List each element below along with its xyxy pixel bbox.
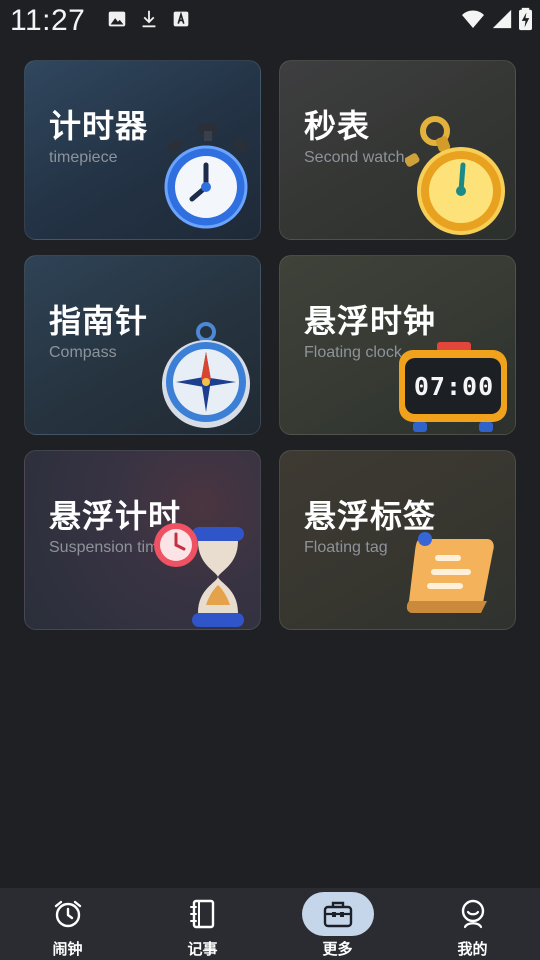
feature-grid: 计时器 timepiece 秒表 Second watch 指南针 Compas…	[24, 60, 516, 630]
image-icon	[108, 11, 126, 27]
card-compass[interactable]: 指南针 Compass	[24, 255, 261, 435]
nav-item-profile[interactable]: 我的	[405, 888, 540, 960]
alarm-clock-icon	[54, 900, 81, 928]
pocket-watch-gold-icon	[405, 116, 505, 235]
nav-label: 记事	[187, 940, 218, 958]
nav-item-alarm[interactable]: 闹钟	[0, 888, 135, 960]
card-title: 指南针	[49, 302, 149, 340]
nav-label: 我的	[457, 940, 488, 958]
card-suspension-timing[interactable]: 悬浮计时 Suspension timing	[24, 450, 261, 630]
card-subtitle: timepiece	[49, 149, 118, 166]
download-icon	[142, 10, 156, 28]
compass-icon	[162, 322, 250, 428]
stopwatch-blue-icon	[164, 123, 249, 229]
nav-item-more[interactable]: 更多	[270, 888, 405, 960]
bottom-navigation: 闹钟 记事 更多 我的	[0, 888, 540, 960]
card-subtitle: Floating tag	[304, 539, 388, 556]
wifi-icon	[462, 10, 484, 28]
status-time: 11:27	[10, 4, 86, 37]
card-floating-tag[interactable]: 悬浮标签 Floating tag	[279, 450, 516, 630]
card-title: 计时器	[49, 107, 149, 145]
card-subtitle: Second watch	[304, 149, 405, 166]
note-tag-icon	[406, 532, 494, 613]
profile-icon	[461, 899, 484, 929]
active-indicator	[301, 892, 374, 936]
nav-label: 闹钟	[52, 940, 83, 958]
card-subtitle: Compass	[49, 344, 117, 361]
digital-clock-icon: 07:00	[397, 342, 509, 434]
notebook-icon	[189, 899, 214, 929]
toolbox-icon	[323, 901, 352, 928]
nav-item-notes[interactable]: 记事	[135, 888, 270, 960]
battery-charging-icon	[519, 7, 532, 31]
nav-label: 更多	[322, 940, 353, 958]
card-timepiece[interactable]: 计时器 timepiece	[24, 60, 261, 240]
clock-display-text: 07:00	[413, 372, 495, 401]
font-icon	[173, 11, 189, 27]
card-second-watch[interactable]: 秒表 Second watch	[279, 60, 516, 240]
card-title: 秒表	[304, 107, 371, 145]
status-bar: 11:27	[0, 0, 540, 44]
hourglass-icon	[154, 523, 244, 627]
card-subtitle: Floating clock	[304, 344, 402, 361]
card-floating-clock[interactable]: 悬浮时钟 Floating clock 07:00	[279, 255, 516, 435]
card-title: 悬浮时钟	[304, 302, 437, 340]
signal-icon	[492, 9, 512, 29]
